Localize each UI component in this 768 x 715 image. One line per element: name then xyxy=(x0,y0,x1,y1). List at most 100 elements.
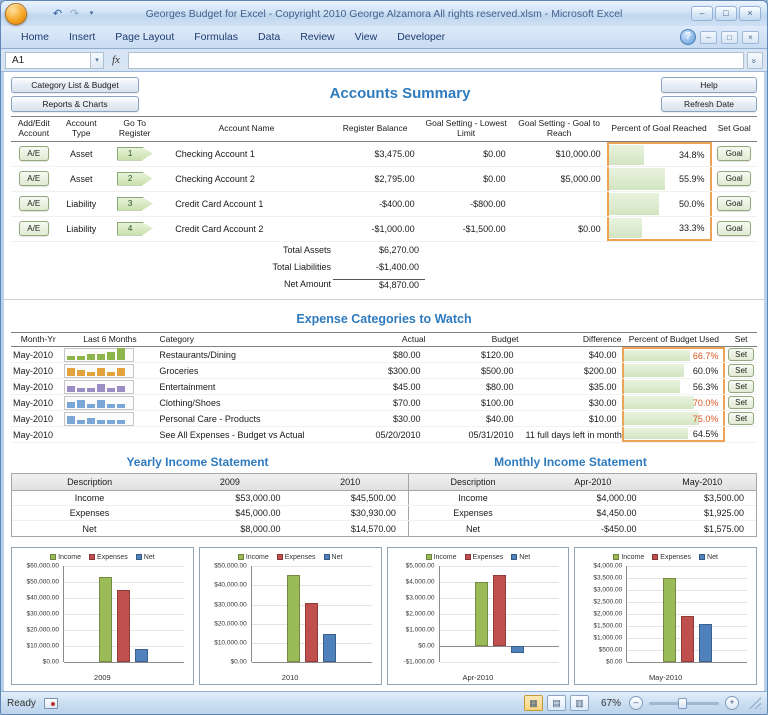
close-button[interactable]: × xyxy=(739,6,761,21)
budget-value: $40.00 xyxy=(427,414,520,424)
set-budget-button[interactable]: Set xyxy=(728,412,754,425)
col-header-description: Description xyxy=(12,474,167,490)
insert-function-icon[interactable]: fx xyxy=(104,54,128,66)
tab-review[interactable]: Review xyxy=(290,28,344,47)
expense-row: May-2010 Entertainment $45.00 $80.00 $35… xyxy=(11,379,757,395)
zoom-slider[interactable] xyxy=(649,702,719,705)
office-button[interactable] xyxy=(5,3,27,25)
goto-register-button[interactable]: 4 xyxy=(117,222,153,236)
difference-value: 11 full days left in month xyxy=(520,430,623,440)
help-icon[interactable]: ? xyxy=(680,29,696,45)
category-list-budget-button[interactable]: Category List & Budget xyxy=(11,77,139,93)
add-edit-account-button[interactable]: A/E xyxy=(19,196,49,211)
month-label: May-2010 xyxy=(11,430,64,440)
col-header-register-balance: Register Balance xyxy=(330,117,421,141)
col-header-last-6-months: Last 6 Months xyxy=(64,333,155,347)
zoom-in-button[interactable]: + xyxy=(725,696,739,710)
set-goal-button[interactable]: Goal xyxy=(717,221,751,236)
maximize-button[interactable]: □ xyxy=(715,6,737,21)
chart-xlabel: 2010 xyxy=(203,671,378,683)
category-label: Groceries xyxy=(155,366,339,376)
sparkline-chart xyxy=(64,396,134,410)
doc-restore-button[interactable]: □ xyxy=(721,31,738,44)
expense-row: May-2010 Groceries $300.00 $500.00 $200.… xyxy=(11,363,757,379)
difference-value: $35.00 xyxy=(520,382,623,392)
chart-xlabel: 2009 xyxy=(15,671,190,683)
goto-register-button[interactable]: 3 xyxy=(117,197,153,211)
refresh-date-button[interactable]: Refresh Date xyxy=(661,96,757,112)
goal-lowest-limit: $0.00 xyxy=(421,174,512,184)
tab-home[interactable]: Home xyxy=(11,28,59,47)
name-box[interactable]: A1 xyxy=(5,52,91,69)
total-row: Total Assets $6,270.00 xyxy=(11,242,757,259)
name-box-dropdown-icon[interactable]: ▾ xyxy=(91,52,104,69)
tab-view[interactable]: View xyxy=(345,28,388,47)
reports-charts-button[interactable]: Reports & Charts xyxy=(11,96,139,112)
total-label: Net Amount xyxy=(165,279,333,289)
set-goal-button[interactable]: Goal xyxy=(717,146,751,161)
monthly-apr-value: -$450.00 xyxy=(537,521,648,536)
category-label: Restaurants/Dining xyxy=(155,350,339,360)
chart-legend: IncomeExpensesNet xyxy=(203,552,378,562)
formula-bar: A1 ▾ fx » xyxy=(1,49,767,72)
month-label: May-2010 xyxy=(11,398,64,408)
percent-budget-cell: 64.5% xyxy=(622,427,725,442)
tab-page-layout[interactable]: Page Layout xyxy=(105,28,184,47)
row-label: Expenses xyxy=(408,506,537,520)
set-budget-button[interactable]: Set xyxy=(728,348,754,361)
goal-to-reach: $5,000.00 xyxy=(512,174,607,184)
percent-budget-label: 75.0% xyxy=(693,414,724,424)
set-budget-button[interactable]: Set xyxy=(728,364,754,377)
set-budget-button[interactable]: Set xyxy=(728,396,754,409)
minimize-button[interactable]: – xyxy=(691,6,713,21)
row-label: Net xyxy=(408,521,537,536)
zoom-out-button[interactable]: – xyxy=(629,696,643,710)
goal-lowest-limit: -$1,500.00 xyxy=(421,224,512,234)
page-break-view-button[interactable]: ▥ xyxy=(570,695,589,711)
formula-input[interactable] xyxy=(128,52,744,69)
redo-icon[interactable]: ↷ xyxy=(68,7,81,21)
col-header-2009: 2009 xyxy=(167,474,292,490)
undo-icon[interactable]: ↶ xyxy=(51,7,64,21)
month-label: May-2010 xyxy=(11,366,64,376)
qat-dropdown-icon[interactable]: ▾ xyxy=(85,7,98,21)
add-edit-account-button[interactable]: A/E xyxy=(19,221,49,236)
set-goal-button[interactable]: Goal xyxy=(717,171,751,186)
zoom-slider-thumb[interactable] xyxy=(678,698,687,709)
set-budget-button[interactable]: Set xyxy=(728,380,754,393)
goto-register-button[interactable]: 2 xyxy=(117,172,153,186)
percent-goal-label: 50.0% xyxy=(679,199,710,209)
goto-register-button[interactable]: 1 xyxy=(117,147,153,161)
help-sheet-button[interactable]: Help xyxy=(661,77,757,93)
account-row: A/E Liability 4 Credit Card Account 2 -$… xyxy=(11,217,757,242)
normal-view-button[interactable]: ▦ xyxy=(524,695,543,711)
tab-developer[interactable]: Developer xyxy=(387,28,455,47)
tab-data[interactable]: Data xyxy=(248,28,290,47)
tab-insert[interactable]: Insert xyxy=(59,28,105,47)
doc-close-button[interactable]: × xyxy=(742,31,759,44)
add-edit-account-button[interactable]: A/E xyxy=(19,146,49,161)
doc-minimize-button[interactable]: – xyxy=(700,31,717,44)
chart-plot xyxy=(439,566,560,662)
col-header-account-type: Account Type xyxy=(57,117,106,141)
add-edit-account-button[interactable]: A/E xyxy=(19,171,49,186)
goal-lowest-limit: -$800.00 xyxy=(421,199,512,209)
resize-grip[interactable] xyxy=(749,697,761,709)
formula-bar-expand-icon[interactable]: » xyxy=(747,52,763,69)
quick-access-toolbar: ↶ ↷ ▾ xyxy=(34,7,98,21)
expense-row: May-2010 Clothing/Shoes $70.00 $100.00 $… xyxy=(11,395,757,411)
yearly-2009-value: $8,000.00 xyxy=(167,521,292,536)
zoom-level-label[interactable]: 67% xyxy=(601,698,621,709)
page-layout-view-button[interactable]: ▤ xyxy=(547,695,566,711)
difference-value: $10.00 xyxy=(520,414,623,424)
chart-plot xyxy=(63,566,184,662)
account-type: Liability xyxy=(56,224,105,234)
yearly-2010-value: $14,570.00 xyxy=(292,521,407,536)
set-goal-button[interactable]: Goal xyxy=(717,196,751,211)
percent-budget-cell: 70.0% xyxy=(622,395,725,410)
col-header-goto-register: Go To Register xyxy=(106,117,163,141)
macro-record-icon[interactable] xyxy=(44,698,58,709)
yearly-income-title: Yearly Income Statement xyxy=(11,455,384,469)
tab-formulas[interactable]: Formulas xyxy=(184,28,248,47)
row-label: Expenses xyxy=(12,506,167,520)
